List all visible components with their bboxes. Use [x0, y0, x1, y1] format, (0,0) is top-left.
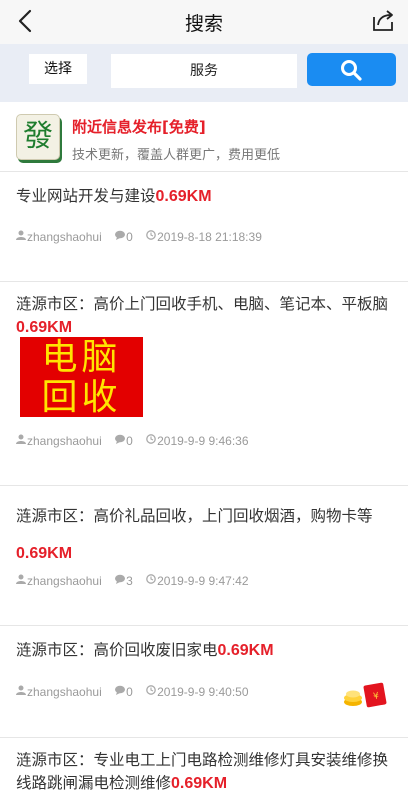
post-comment-count: 3 — [126, 573, 133, 588]
list-item[interactable]: 涟源市区：专业电工上门电路检测维修灯具安装维修换线路跳闸漏电检测维修0.69KM — [0, 738, 408, 800]
clock-icon — [146, 434, 156, 444]
post-distance: 0.69KM — [16, 545, 73, 562]
comment-icon — [115, 685, 126, 695]
post-time: 2019-9-9 9:47:42 — [157, 573, 249, 588]
post-time: 2019-9-9 9:40:50 — [157, 684, 249, 699]
post-author: zhangshaohui — [27, 573, 102, 588]
comment-icon — [115, 434, 126, 444]
post-title: 涟源市区：高价上门回收手机、电脑、笔记本、平板脑0.69KM — [16, 295, 389, 336]
list-item[interactable]: 专业网站开发与建设0.69KM zhangshaohui 0 2019-8-18… — [0, 172, 408, 282]
user-icon — [16, 230, 26, 240]
comment-icon — [115, 574, 126, 584]
post-title: 涟源市区：专业电工上门电路检测维修灯具安装维修换线路跳闸漏电检测维修0.69KM — [16, 751, 389, 792]
publish-ad-banner[interactable]: 發 附近信息发布[免费] 技术更新，覆盖人群更广，费用更低 — [0, 102, 408, 172]
comment-icon — [115, 230, 126, 240]
post-author: zhangshaohui — [27, 229, 102, 244]
list-item[interactable]: 涟源市区：高价礼品回收，上门回收烟酒，购物卡等0.69KM zhangshaoh… — [0, 486, 408, 626]
clock-icon — [146, 574, 156, 584]
post-meta: zhangshaohui 0 2019-9-9 9:40:50 — [16, 684, 249, 699]
post-time: 2019-9-9 9:46:36 — [157, 433, 249, 448]
post-comment-count: 0 — [126, 433, 133, 448]
post-time: 2019-8-18 21:18:39 — [157, 229, 262, 244]
post-image: 电脑 回收 — [20, 337, 143, 418]
post-distance: 0.69KM — [16, 319, 73, 336]
clock-icon — [146, 230, 156, 240]
post-author: zhangshaohui — [27, 433, 102, 448]
post-meta: zhangshaohui 0 2019-9-9 9:46:36 — [16, 433, 249, 448]
search-bar: 选择 服务 — [0, 44, 408, 102]
post-comment-count: 0 — [126, 229, 133, 244]
image-caption-line-2: 回收 — [41, 377, 122, 418]
category-select[interactable]: 选择 — [29, 54, 87, 84]
search-input[interactable]: 服务 — [111, 54, 297, 88]
ad-subtitle: 技术更新，覆盖人群更广，费用更低 — [72, 148, 281, 163]
post-title: 专业网站开发与建设0.69KM — [16, 187, 212, 205]
nav-bar: 搜索 — [0, 0, 408, 44]
user-icon — [16, 574, 26, 584]
post-meta: zhangshaohui 3 2019-9-9 9:47:42 — [16, 573, 249, 588]
post-author: zhangshaohui — [27, 684, 102, 699]
user-icon — [16, 685, 26, 695]
post-comment-count: 0 — [126, 684, 133, 699]
list-item[interactable]: 涟源市区：高价上门回收手机、电脑、笔记本、平板脑0.69KM 电脑 回收 zha… — [0, 282, 408, 486]
post-distance: 0.69KM — [155, 188, 212, 205]
search-icon — [341, 60, 362, 81]
share-icon[interactable] — [370, 8, 396, 34]
list-item[interactable]: 涟源市区：高价回收废旧家电0.69KM zhangshaohui 0 2019-… — [0, 626, 408, 738]
mahjong-fa-icon: 發 — [16, 114, 60, 160]
post-title: 涟源市区：高价礼品回收，上门回收烟酒，购物卡等0.69KM — [16, 507, 373, 562]
image-caption-line-1: 电脑 — [41, 337, 122, 378]
post-title: 涟源市区：高价回收废旧家电0.69KM — [16, 641, 274, 659]
user-icon — [16, 434, 26, 444]
post-distance: 0.69KM — [171, 775, 228, 792]
page-title: 搜索 — [184, 13, 223, 35]
ad-title: 附近信息发布[免费] — [72, 118, 206, 136]
post-meta: zhangshaohui 0 2019-8-18 21:18:39 — [16, 229, 262, 244]
post-distance: 0.69KM — [217, 642, 274, 659]
clock-icon — [146, 685, 156, 695]
red-packet-icon[interactable]: ¥ — [343, 682, 389, 708]
search-button[interactable] — [307, 53, 396, 86]
